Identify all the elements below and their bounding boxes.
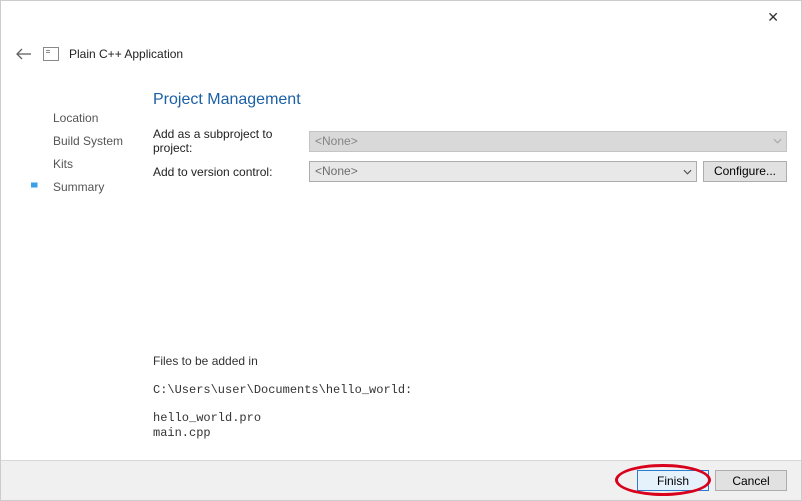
wizard-steps-sidebar: Location Build System Kits Summary xyxy=(35,107,135,199)
back-arrow-icon[interactable] xyxy=(15,47,33,61)
page-title: Project Management xyxy=(153,91,787,109)
configure-button[interactable]: Configure... xyxy=(703,161,787,182)
vcs-row: Add to version control: <None> Configure… xyxy=(153,161,787,182)
files-list: hello_world.pro main.cpp xyxy=(153,411,412,440)
files-heading: Files to be added in xyxy=(153,354,412,368)
sidebar-step-kits[interactable]: Kits xyxy=(35,153,135,176)
vcs-combo[interactable]: <None> xyxy=(309,161,697,182)
subproject-combo: <None> xyxy=(309,131,787,152)
files-summary: Files to be added in C:\Users\user\Docum… xyxy=(153,354,412,440)
footer-bar: Finish Cancel xyxy=(1,460,801,500)
chevron-down-icon xyxy=(683,167,692,176)
vcs-value: <None> xyxy=(315,164,358,178)
cancel-button[interactable]: Cancel xyxy=(715,470,787,491)
subproject-row: Add as a subproject to project: <None> xyxy=(153,127,787,155)
project-type-icon xyxy=(43,47,59,61)
wizard-title: Plain C++ Application xyxy=(69,47,183,61)
vcs-label: Add to version control: xyxy=(153,165,309,179)
subproject-label: Add as a subproject to project: xyxy=(153,127,309,155)
files-path: C:\Users\user\Documents\hello_world: xyxy=(153,383,412,397)
close-button[interactable]: ✕ xyxy=(759,7,787,28)
main-panel: Project Management Add as a subproject t… xyxy=(153,91,787,450)
subproject-value: <None> xyxy=(315,134,358,148)
finish-button[interactable]: Finish xyxy=(637,470,709,491)
wizard-header: Plain C++ Application xyxy=(15,47,183,61)
chevron-down-icon xyxy=(773,137,782,146)
sidebar-step-summary[interactable]: Summary xyxy=(35,176,135,199)
sidebar-step-location[interactable]: Location xyxy=(35,107,135,130)
sidebar-step-build-system[interactable]: Build System xyxy=(35,130,135,153)
